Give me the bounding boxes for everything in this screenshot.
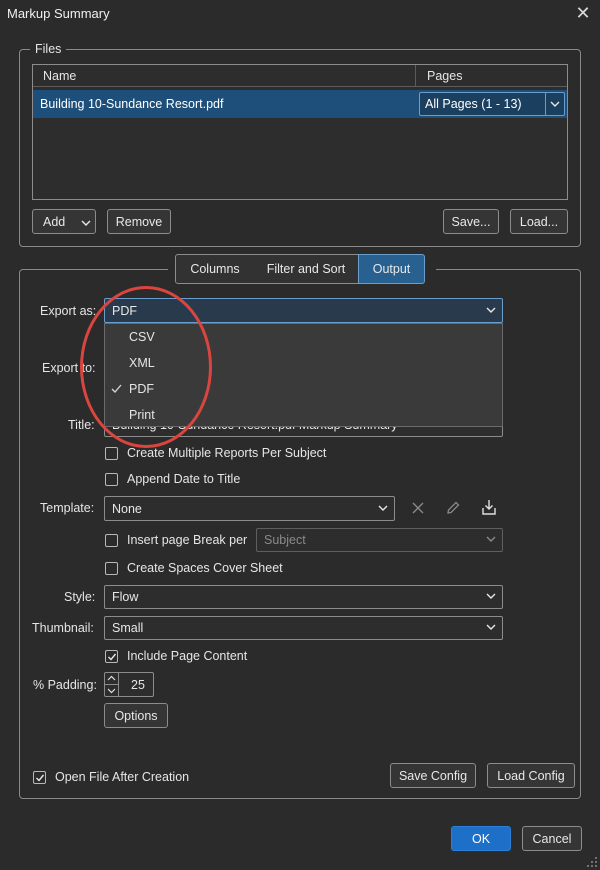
style-select[interactable]: Flow bbox=[104, 585, 503, 609]
include-page-content-label: Include Page Content bbox=[127, 649, 248, 663]
chevron-down-icon bbox=[81, 220, 91, 226]
files-legend: Files bbox=[30, 42, 67, 56]
ok-button[interactable]: OK bbox=[451, 826, 511, 851]
template-select[interactable]: None bbox=[104, 496, 395, 521]
delete-icon[interactable] bbox=[411, 501, 425, 515]
create-cover-sheet-checkbox[interactable] bbox=[105, 562, 118, 575]
pages-select-value: All Pages (1 - 13) bbox=[425, 97, 522, 111]
resize-grip-icon[interactable] bbox=[586, 856, 598, 868]
include-page-content-checkbox[interactable] bbox=[105, 650, 118, 663]
window-title: Markup Summary bbox=[7, 6, 110, 21]
tab-columns[interactable]: Columns bbox=[175, 254, 255, 284]
chevron-down-icon bbox=[486, 593, 496, 599]
column-header-name[interactable]: Name bbox=[43, 69, 76, 83]
padding-label: % Padding: bbox=[33, 678, 97, 692]
chevron-up-icon bbox=[107, 675, 116, 681]
title-label: Title: bbox=[68, 418, 95, 432]
checkmark-icon bbox=[111, 384, 122, 393]
chevron-down-icon bbox=[486, 536, 496, 542]
export-option-label: XML bbox=[129, 356, 155, 370]
export-as-dropdown: CSV XML PDF Print bbox=[104, 323, 503, 427]
export-as-value: PDF bbox=[112, 303, 137, 318]
load-button[interactable]: Load... bbox=[510, 209, 568, 234]
template-label: Template: bbox=[40, 501, 95, 515]
import-icon[interactable] bbox=[481, 499, 497, 516]
export-option-csv[interactable]: CSV bbox=[105, 324, 502, 350]
checkmark-icon bbox=[108, 653, 117, 661]
tab-filter-and-sort[interactable]: Filter and Sort bbox=[254, 254, 359, 284]
pages-select-divider bbox=[545, 93, 546, 115]
export-option-label: Print bbox=[129, 408, 155, 422]
create-cover-sheet-label: Create Spaces Cover Sheet bbox=[127, 561, 283, 575]
chevron-down-icon bbox=[486, 307, 496, 313]
add-button[interactable]: Add bbox=[32, 209, 96, 234]
column-divider[interactable] bbox=[415, 65, 416, 87]
files-list[interactable]: Name Pages Building 10-Sundance Resort.p… bbox=[32, 64, 568, 200]
thumbnail-value: Small bbox=[112, 621, 144, 635]
padding-stepper[interactable]: 25 bbox=[104, 672, 154, 697]
export-option-print[interactable]: Print bbox=[105, 402, 502, 428]
template-value: None bbox=[112, 501, 142, 516]
close-icon[interactable]: ✕ bbox=[574, 4, 592, 22]
tab-output[interactable]: Output bbox=[358, 254, 425, 284]
remove-button[interactable]: Remove bbox=[107, 209, 171, 234]
pages-select[interactable]: All Pages (1 - 13) bbox=[419, 92, 565, 116]
open-after-creation-checkbox[interactable] bbox=[33, 771, 46, 784]
save-config-button[interactable]: Save Config bbox=[390, 763, 476, 788]
page-break-value: Subject bbox=[264, 533, 306, 547]
save-button[interactable]: Save... bbox=[443, 209, 499, 234]
export-as-select[interactable]: PDF bbox=[104, 298, 503, 323]
export-as-label: Export as: bbox=[40, 304, 97, 318]
append-date-checkbox[interactable] bbox=[105, 473, 118, 486]
page-break-select[interactable]: Subject bbox=[256, 528, 503, 552]
chevron-down-icon bbox=[550, 101, 560, 107]
export-option-xml[interactable]: XML bbox=[105, 350, 502, 376]
thumbnail-label: Thumbnail: bbox=[32, 621, 94, 635]
checkmark-icon bbox=[36, 774, 45, 782]
append-date-label: Append Date to Title bbox=[127, 472, 241, 486]
options-button[interactable]: Options bbox=[104, 703, 168, 728]
add-button-label: Add bbox=[43, 214, 66, 229]
thumbnail-select[interactable]: Small bbox=[104, 616, 503, 640]
chevron-down-icon bbox=[107, 688, 116, 694]
open-after-creation-label: Open File After Creation bbox=[55, 770, 190, 784]
style-value: Flow bbox=[112, 590, 139, 604]
export-option-pdf[interactable]: PDF bbox=[105, 376, 502, 402]
export-to-label: Export to: bbox=[42, 361, 96, 375]
insert-page-break-checkbox[interactable] bbox=[105, 534, 118, 547]
style-label: Style: bbox=[64, 590, 96, 604]
insert-page-break-label: Insert page Break per bbox=[127, 533, 248, 547]
create-multiple-reports-label: Create Multiple Reports Per Subject bbox=[127, 446, 327, 460]
load-config-button[interactable]: Load Config bbox=[487, 763, 575, 788]
file-name-cell: Building 10-Sundance Resort.pdf bbox=[40, 97, 224, 111]
export-option-label: PDF bbox=[129, 382, 154, 396]
export-option-label: CSV bbox=[129, 330, 155, 344]
column-header-pages[interactable]: Pages bbox=[427, 69, 462, 83]
chevron-down-icon bbox=[378, 505, 388, 511]
table-row[interactable]: Building 10-Sundance Resort.pdf All Page… bbox=[33, 90, 567, 118]
files-list-header: Name Pages bbox=[33, 65, 567, 87]
edit-icon[interactable] bbox=[445, 500, 461, 516]
padding-value: 25 bbox=[131, 678, 145, 692]
create-multiple-reports-checkbox[interactable] bbox=[105, 447, 118, 460]
cancel-button[interactable]: Cancel bbox=[522, 826, 582, 851]
stepper-down-button[interactable] bbox=[105, 685, 119, 696]
stepper-up-button[interactable] bbox=[105, 673, 119, 685]
chevron-down-icon bbox=[486, 624, 496, 630]
